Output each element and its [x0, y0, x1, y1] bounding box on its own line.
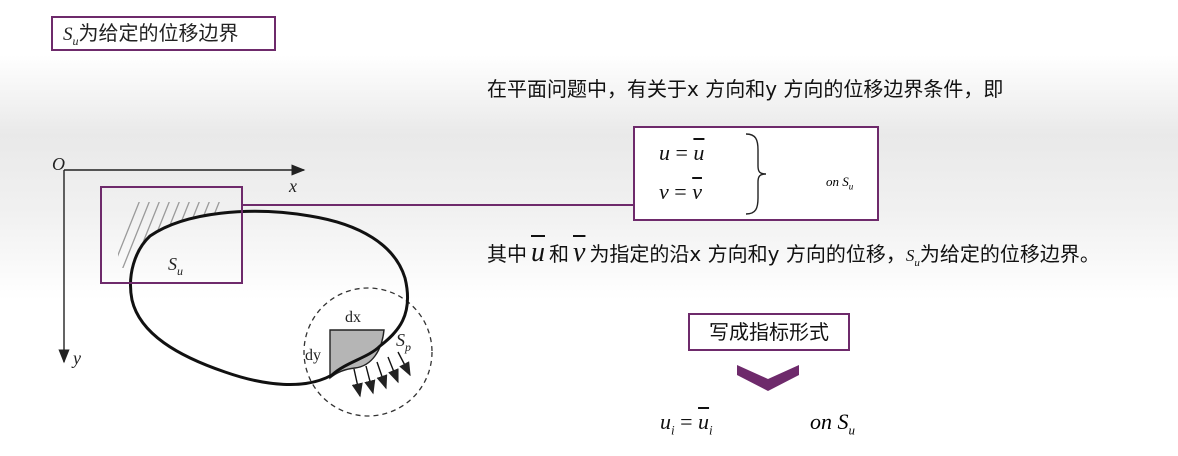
intro-text: 在平面问题中，有关于x 方向和y 方向的位移边界条件，即	[487, 77, 1004, 101]
explain-part1: 其中	[487, 242, 527, 266]
equation-u: u = u	[659, 140, 704, 166]
index-on-symbol: S	[837, 409, 849, 434]
eq2-equals: =	[668, 179, 693, 204]
su-label: Su	[168, 254, 183, 278]
index-equals: =	[674, 409, 699, 434]
index-rhs: u	[698, 409, 710, 434]
on-su-label: on Su	[826, 174, 853, 192]
dy-label: dy	[305, 347, 321, 364]
on-sub: u	[848, 181, 854, 192]
index-rhs-sub: i	[709, 422, 713, 438]
explain-part4: 为给定的位移边界。	[919, 242, 1100, 266]
index-form-box: 写成指标形式	[688, 313, 850, 351]
title-text: 为给定的位移边界	[78, 21, 239, 45]
eq2-rhs: v	[692, 179, 702, 204]
right-brace-icon	[745, 133, 767, 215]
elastic-body-figure: O x y dx dy Sp Su	[52, 154, 634, 417]
eq1-equals: =	[670, 140, 694, 165]
index-equation: ui = ui	[660, 409, 713, 438]
v-bar-symbol: v	[573, 237, 586, 268]
equation-box: u = u v = v on Su	[633, 126, 879, 221]
origin-label: O	[52, 154, 65, 174]
index-on-sub: u	[848, 422, 856, 438]
u-bar-symbol: u	[531, 237, 545, 268]
explain-part2: 和	[549, 242, 569, 266]
index-on-su-label: on Su	[810, 409, 855, 438]
explanation-text: 其中 u 和 v 为指定的沿x 方向和y 方向的位移，Su为给定的位移边界。	[487, 235, 1100, 281]
x-axis-label: x	[288, 176, 297, 196]
on-text: on	[826, 174, 843, 189]
index-lhs: u	[660, 409, 671, 434]
chevron-down-icon	[737, 365, 799, 391]
eq1-lhs: u	[659, 140, 670, 165]
equation-v: v = v	[659, 179, 702, 205]
explain-part3: 为指定的沿x 方向和y 方向的位移，	[589, 242, 906, 266]
eq2-lhs: v	[659, 179, 669, 204]
sp-label: Sp	[396, 330, 411, 354]
y-axis-label: y	[71, 348, 81, 368]
index-on-text: on	[810, 409, 838, 434]
eq1-rhs: u	[693, 140, 705, 165]
su-symbol: S	[63, 24, 73, 45]
dx-label: dx	[345, 309, 361, 326]
title-box: Su为给定的位移边界	[51, 16, 276, 51]
